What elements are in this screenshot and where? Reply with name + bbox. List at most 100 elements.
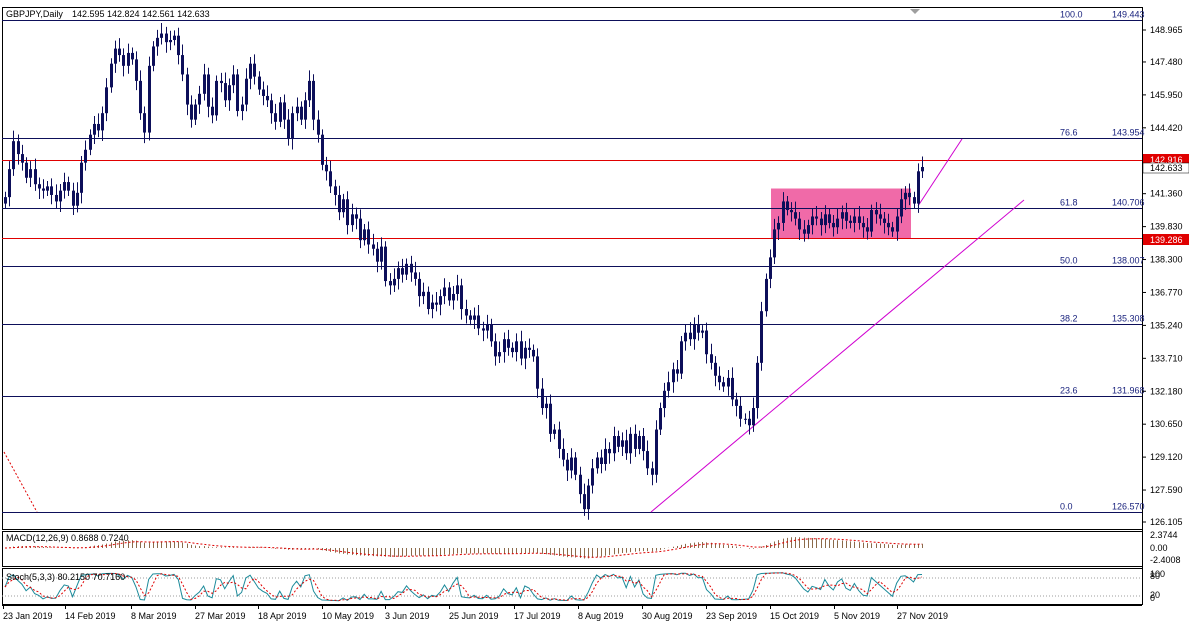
candle-body xyxy=(891,227,894,232)
candle-body xyxy=(604,448,607,464)
candle-body xyxy=(270,100,273,114)
candle-body xyxy=(642,436,645,452)
candle-body xyxy=(338,194,341,213)
candle-body xyxy=(672,369,675,383)
candle-body xyxy=(638,436,641,449)
candle-body xyxy=(135,59,138,81)
candle-body xyxy=(659,408,662,430)
candle-body xyxy=(190,104,193,120)
candle-body xyxy=(12,141,15,170)
candle-body xyxy=(63,182,66,191)
candle-body xyxy=(258,76,261,90)
candle-body xyxy=(921,166,924,172)
candle-body xyxy=(439,296,442,305)
candle-body xyxy=(705,330,708,355)
candle-body xyxy=(38,184,41,189)
candle-body xyxy=(739,405,742,419)
candle-body xyxy=(334,186,337,195)
candle-body xyxy=(553,429,556,434)
candle-body xyxy=(613,436,616,454)
candle-body xyxy=(249,63,252,79)
candle-body xyxy=(296,106,299,114)
candle-body xyxy=(663,390,666,409)
candle-body xyxy=(427,291,430,310)
breakout-trendline[interactable] xyxy=(917,138,963,207)
candle-body xyxy=(900,199,903,217)
candle-body xyxy=(241,104,244,112)
candle-body xyxy=(693,324,696,340)
candle-body xyxy=(798,218,801,230)
candle-body xyxy=(34,169,37,185)
candle-body xyxy=(211,106,214,116)
fib-percent-label: 50.0 xyxy=(1060,256,1078,266)
time-axis-label: 8 Aug 2019 xyxy=(578,611,624,621)
candle-body xyxy=(287,119,290,140)
candle-body xyxy=(376,248,379,262)
candle-body xyxy=(524,347,527,359)
candle-body xyxy=(727,377,730,387)
price-axis-label: 136.770 xyxy=(1150,287,1183,297)
candle-body xyxy=(181,55,184,75)
candle-body xyxy=(820,218,823,226)
fib-percent-label: 76.6 xyxy=(1060,128,1078,138)
chart-shift-marker-icon[interactable] xyxy=(910,9,920,14)
candle-body xyxy=(511,347,514,353)
candle-body xyxy=(617,436,620,447)
candle-body xyxy=(528,347,531,350)
candle-body xyxy=(697,324,700,333)
fib-price-label: 143.954 xyxy=(1112,128,1145,138)
candle-body xyxy=(667,382,670,391)
candle-body xyxy=(832,222,835,228)
candle-body xyxy=(579,474,582,495)
candle-body xyxy=(220,80,223,84)
candle-body xyxy=(676,369,679,374)
candle-body xyxy=(460,285,463,310)
chart-window[interactable]: 100.0 149.443 76.6 143.954 61.8 140.706 50.0 13… xyxy=(0,0,1189,629)
candle-body xyxy=(752,408,755,426)
candle-body xyxy=(498,352,501,357)
fib-price-label: 138.007 xyxy=(1112,256,1145,266)
candle-body xyxy=(684,332,687,342)
candle-body xyxy=(114,48,117,64)
candle-body xyxy=(84,149,87,163)
macd-axis-label: 2.3744 xyxy=(1150,530,1178,540)
candle-body xyxy=(122,55,125,66)
candle-body xyxy=(735,399,738,406)
candle-body xyxy=(875,210,878,215)
candle-body xyxy=(765,278,768,312)
candle-body xyxy=(841,212,844,219)
candle-body xyxy=(401,268,404,275)
candle-body xyxy=(148,65,151,133)
candle-body xyxy=(414,272,417,279)
candle-body xyxy=(515,341,518,353)
time-axis-label: 23 Jan 2019 xyxy=(3,611,53,621)
candle-body xyxy=(469,315,472,320)
time-axis-label: 30 Aug 2019 xyxy=(642,611,693,621)
candle-body xyxy=(346,199,349,226)
candle-body xyxy=(198,93,201,105)
candle-body xyxy=(583,494,586,510)
candle-body xyxy=(97,123,100,131)
candle-body xyxy=(714,362,717,376)
candle-body xyxy=(744,418,747,420)
candle-body xyxy=(858,216,861,223)
candle-body xyxy=(89,134,92,150)
candle-body xyxy=(308,80,311,101)
candle-body xyxy=(651,468,654,475)
candle-body xyxy=(562,448,565,460)
candle-body xyxy=(486,324,489,331)
price-axis-label: 129.120 xyxy=(1150,452,1183,462)
candle-body xyxy=(520,341,523,359)
macd-signal-line xyxy=(4,538,923,558)
candle-body xyxy=(236,74,239,112)
resistance-price-tag-text: 139.286 xyxy=(1150,235,1183,245)
candle-body xyxy=(389,281,392,286)
candles xyxy=(4,23,924,520)
candle-body xyxy=(131,52,134,60)
candle-body xyxy=(262,89,265,96)
chart-canvas[interactable]: 100.0 149.443 76.6 143.954 61.8 140.706 50.0 13… xyxy=(0,0,1189,629)
dotted-trendline[interactable] xyxy=(3,451,38,513)
candle-body xyxy=(718,375,721,383)
candle-body xyxy=(815,216,818,219)
candle-body xyxy=(160,33,163,38)
